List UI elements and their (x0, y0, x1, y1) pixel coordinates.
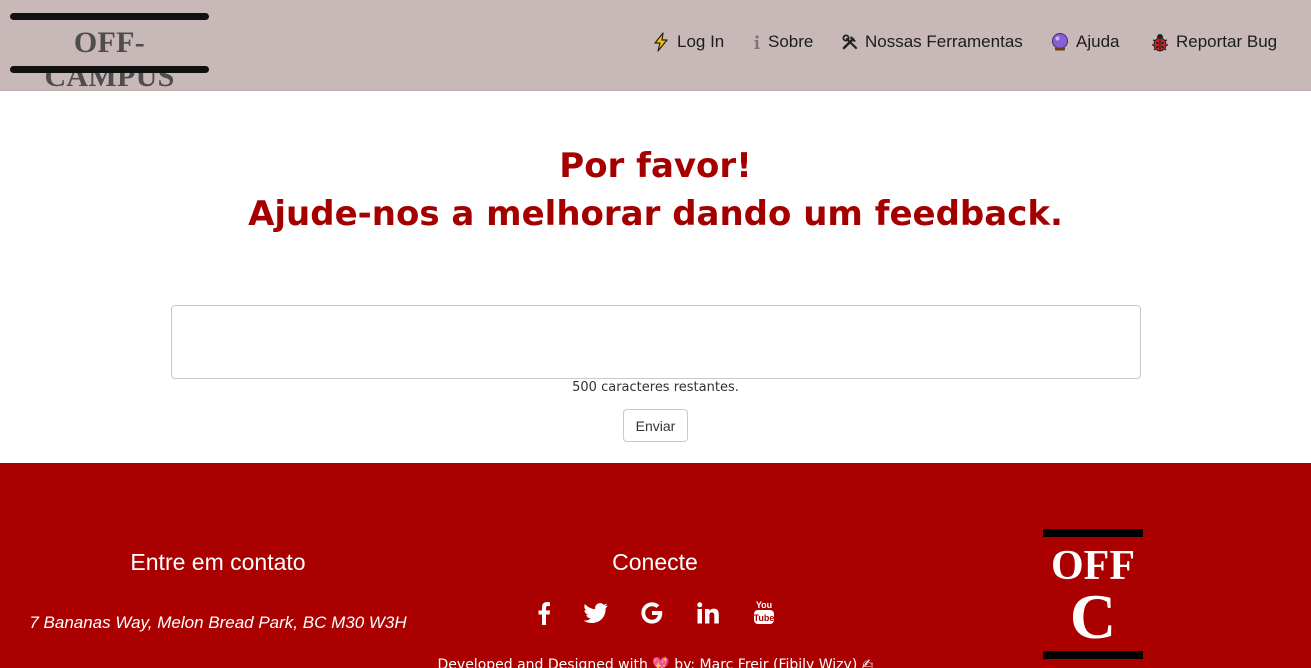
nav-login[interactable]: Log In (651, 30, 724, 54)
nav-login-label: Log In (677, 32, 725, 51)
ladybug-icon (1150, 32, 1170, 52)
linkedin-icon[interactable] (691, 598, 725, 628)
nav-sobre-label: Sobre (768, 32, 814, 51)
site-footer: Entre em contato 7 Bananas Way, Melon Br… (0, 463, 1311, 668)
site-logo[interactable]: OFF-CAMPUS (10, 13, 209, 93)
heading-line-2: Ajude-nos a melhorar dando um feedback. (248, 194, 1063, 234)
info-icon (752, 32, 762, 52)
contact-title: Entre em contato (130, 549, 306, 575)
logo-bar-top (10, 13, 209, 20)
nav-ferramentas[interactable]: Nossas Ferramentas (841, 30, 1023, 54)
nav-ajuda[interactable]: Ajuda (1050, 30, 1119, 54)
nav-sobre[interactable]: Sobre (752, 30, 813, 54)
submit-feedback-button[interactable]: Enviar (623, 409, 688, 442)
youtube-icon[interactable]: You Tube (747, 598, 781, 628)
chars-remaining-counter: 500 caracteres restantes. (572, 380, 739, 395)
logo-text: OFF-CAMPUS (44, 26, 175, 93)
top-navbar: OFF-CAMPUS Log In Sobre Nossas Ferrament… (0, 0, 1311, 93)
connect-title: Conecte (612, 549, 698, 575)
contact-address: 7 Bananas Way, Melon Bread Park, BC M30 … (29, 613, 407, 632)
nav-reportar-bug-label: Reportar Bug (1176, 32, 1278, 51)
logo-bar-bottom (10, 66, 209, 73)
twitter-icon[interactable] (579, 598, 613, 628)
crystal-ball-icon (1050, 32, 1070, 52)
svg-text:You: You (756, 600, 772, 610)
footer-logo-bar-bottom (1043, 651, 1143, 659)
google-icon[interactable] (635, 598, 669, 628)
footer-logo: OFF C (1043, 529, 1143, 659)
feedback-textarea[interactable] (171, 305, 1141, 379)
nav-ferramentas-label: Nossas Ferramentas (865, 32, 1023, 51)
footer-logo-bar-top (1043, 529, 1143, 537)
lightning-icon (651, 32, 671, 52)
svg-text:Tube: Tube (754, 613, 775, 623)
nav-ajuda-label: Ajuda (1076, 32, 1120, 51)
footer-logo-line-2: C (1069, 581, 1117, 652)
facebook-icon[interactable] (527, 598, 561, 628)
tools-icon (841, 32, 859, 52)
nav-reportar-bug[interactable]: Reportar Bug (1150, 30, 1277, 54)
page-heading: Por favor! Ajude-nos a melhorar dando um… (0, 142, 1311, 238)
heading-line-1: Por favor! (559, 146, 752, 186)
